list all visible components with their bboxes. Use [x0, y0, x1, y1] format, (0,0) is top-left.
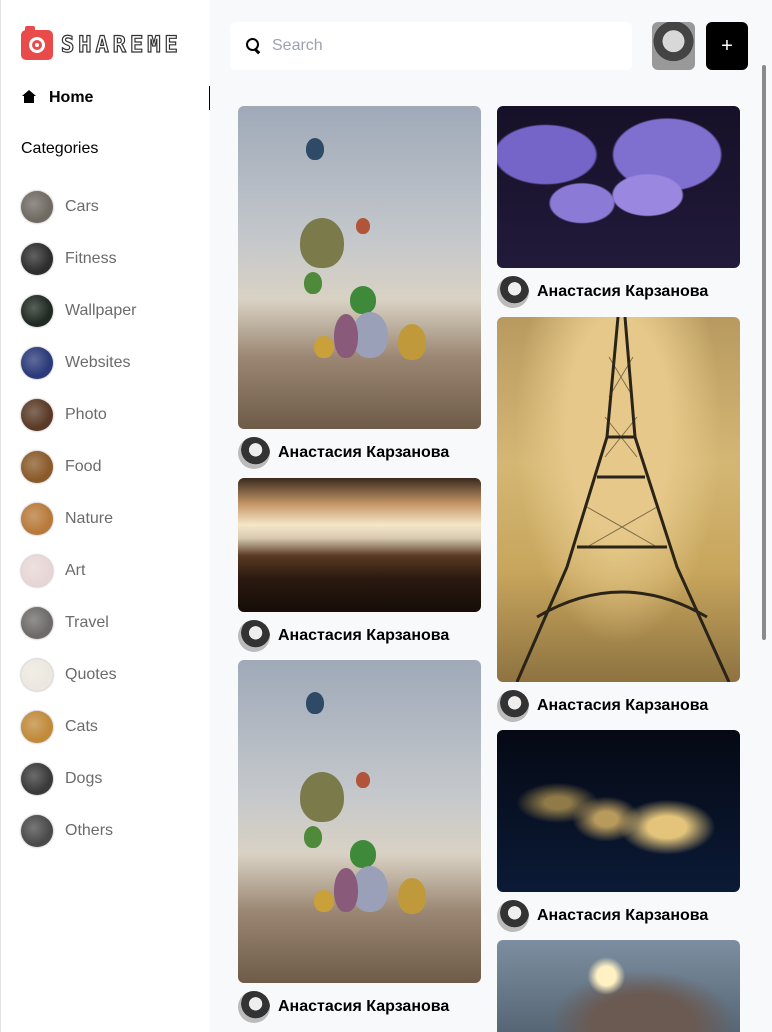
author-name: Анастасия Карзанова	[537, 697, 709, 714]
sidebar-item-nature[interactable]: Nature	[21, 493, 136, 545]
pin-image[interactable]	[238, 660, 481, 983]
sidebar-item-fitness[interactable]: Fitness	[21, 233, 136, 285]
author-avatar	[497, 276, 529, 308]
search-icon	[246, 38, 262, 54]
author-name: Анастасия Карзанова	[278, 627, 450, 644]
category-avatar	[21, 399, 53, 431]
author-name: Анастасия Карзанова	[278, 998, 450, 1015]
category-label: Cats	[65, 718, 98, 735]
pin-author[interactable]: Анастасия Карзанова	[497, 276, 740, 308]
category-label: Wallpaper	[65, 302, 137, 319]
eiffel-tower-illustration	[515, 317, 731, 682]
pin-card[interactable]: Анастасия Карзанова	[497, 106, 740, 308]
pin-card[interactable]: Анастасия Карзанова	[238, 106, 481, 469]
main-feed: + Анастасия Карзанова Анастасия Карзанов…	[210, 0, 772, 1032]
author-name: Анастасия Карзанова	[537, 907, 709, 924]
pin-card[interactable]: Анастасия Карзанова	[238, 478, 481, 652]
category-label: Quotes	[65, 666, 117, 683]
pin-card[interactable]: Анастасия Карзанова	[238, 660, 481, 1023]
pin-card[interactable]	[497, 940, 740, 1032]
category-avatar	[21, 243, 53, 275]
sidebar-item-cats[interactable]: Cats	[21, 701, 136, 753]
category-label: Photo	[65, 406, 107, 423]
sidebar-item-quotes[interactable]: Quotes	[21, 649, 136, 701]
pin-author[interactable]: Анастасия Карзанова	[238, 620, 481, 652]
category-label: Others	[65, 822, 114, 839]
search-input[interactable]	[272, 37, 612, 55]
home-icon	[21, 90, 37, 106]
category-avatar	[21, 191, 53, 223]
author-name: Анастасия Карзанова	[537, 283, 709, 300]
category-label: Websites	[65, 354, 131, 371]
sidebar-item-home[interactable]: Home	[21, 86, 211, 110]
category-avatar	[21, 503, 53, 535]
category-label: Cars	[65, 198, 99, 215]
pin-image[interactable]	[497, 106, 740, 268]
pin-author[interactable]: Анастасия Карзанова	[238, 437, 481, 469]
user-avatar[interactable]	[652, 22, 695, 70]
category-label: Fitness	[65, 250, 117, 267]
categories-heading: Categories	[21, 140, 99, 157]
app-logo[interactable]: SHAREME	[21, 26, 182, 60]
category-label: Art	[65, 562, 86, 579]
search-bar[interactable]	[230, 22, 632, 70]
category-avatar	[21, 711, 53, 743]
pin-author[interactable]: Анастасия Карзанова	[497, 900, 740, 932]
sidebar-item-food[interactable]: Food	[21, 441, 136, 493]
scrollbar[interactable]	[762, 65, 766, 640]
sidebar-item-label: Home	[49, 89, 94, 106]
sidebar: SHAREME Home Categories Cars Fitness Wallp…	[0, 0, 211, 1032]
category-label: Travel	[65, 614, 109, 631]
category-avatar	[21, 607, 53, 639]
category-avatar	[21, 763, 53, 795]
category-avatar	[21, 815, 53, 847]
sidebar-item-art[interactable]: Art	[21, 545, 136, 597]
sidebar-item-travel[interactable]: Travel	[21, 597, 136, 649]
camera-icon	[21, 26, 53, 60]
author-name: Анастасия Карзанова	[278, 444, 450, 461]
category-avatar	[21, 347, 53, 379]
pin-image[interactable]	[238, 106, 481, 429]
categories-list: Cars Fitness Wallpaper Websites Photo Food Nat…	[21, 181, 136, 857]
category-avatar	[21, 295, 53, 327]
pin-image[interactable]	[238, 478, 481, 612]
sidebar-item-photo[interactable]: Photo	[21, 389, 136, 441]
pin-image[interactable]	[497, 940, 740, 1032]
sidebar-item-websites[interactable]: Websites	[21, 337, 136, 389]
author-avatar	[238, 620, 270, 652]
category-label: Food	[65, 458, 102, 475]
pin-author[interactable]: Анастасия Карзанова	[238, 991, 481, 1023]
pin-card[interactable]: Анастасия Карзанова	[497, 730, 740, 932]
pin-image[interactable]	[497, 730, 740, 892]
pin-author[interactable]: Анастасия Карзанова	[497, 690, 740, 722]
author-avatar	[238, 991, 270, 1023]
category-avatar	[21, 659, 53, 691]
category-label: Nature	[65, 510, 114, 527]
category-label: Dogs	[65, 770, 103, 787]
category-avatar	[21, 451, 53, 483]
sidebar-item-wallpaper[interactable]: Wallpaper	[21, 285, 136, 337]
sidebar-item-others[interactable]: Others	[21, 805, 136, 857]
author-avatar	[497, 900, 529, 932]
sidebar-item-cars[interactable]: Cars	[21, 181, 136, 233]
pin-image[interactable]	[497, 317, 740, 682]
category-avatar	[21, 555, 53, 587]
sidebar-item-dogs[interactable]: Dogs	[21, 753, 136, 805]
author-avatar	[497, 690, 529, 722]
add-pin-button[interactable]: +	[706, 22, 748, 70]
logo-text: SHAREME	[60, 32, 182, 58]
pin-card[interactable]: Анастасия Карзанова	[497, 317, 740, 722]
author-avatar	[238, 437, 270, 469]
